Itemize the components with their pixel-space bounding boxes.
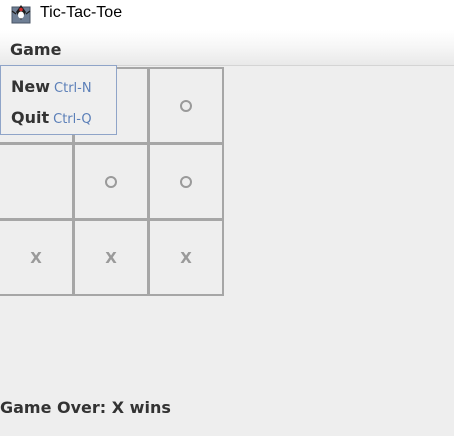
menu-item-new-label: New (11, 77, 51, 96)
game-menu-dropdown: New Ctrl-N Quit Ctrl-Q (0, 65, 117, 135)
o-mark (180, 175, 192, 188)
menu-item-quit[interactable]: Quit Ctrl-Q (11, 104, 92, 132)
title-bar: Tic-Tac-Toe (0, 0, 454, 30)
board-cell-r3-c2[interactable]: X (73, 219, 149, 296)
menu-game[interactable]: Game (0, 30, 71, 66)
board-cell-r3-c3[interactable]: X (148, 219, 224, 296)
board-cell-r2-c2[interactable] (73, 143, 149, 220)
menu-item-new[interactable]: New Ctrl-N (11, 73, 92, 101)
menu-item-new-accelerator: Ctrl-N (54, 81, 92, 96)
duke-mascot-icon (11, 5, 31, 24)
menu-item-quit-label: Quit (11, 108, 50, 127)
board-cell-r2-c3[interactable] (148, 143, 224, 220)
board-cell-r3-c1[interactable]: X (0, 219, 74, 296)
x-mark: X (105, 248, 117, 267)
x-mark: X (30, 248, 42, 267)
window-title: Tic-Tac-Toe (40, 4, 123, 21)
menu-bar: Game (0, 30, 454, 66)
board-cell-r2-c1[interactable] (0, 143, 74, 220)
o-mark (105, 175, 117, 188)
o-mark (180, 99, 192, 112)
menu-item-quit-accelerator: Ctrl-Q (53, 112, 92, 127)
status-label: Game Over: X wins (0, 398, 171, 417)
x-mark: X (180, 248, 192, 267)
board-cell-r1-c3[interactable] (148, 67, 224, 144)
